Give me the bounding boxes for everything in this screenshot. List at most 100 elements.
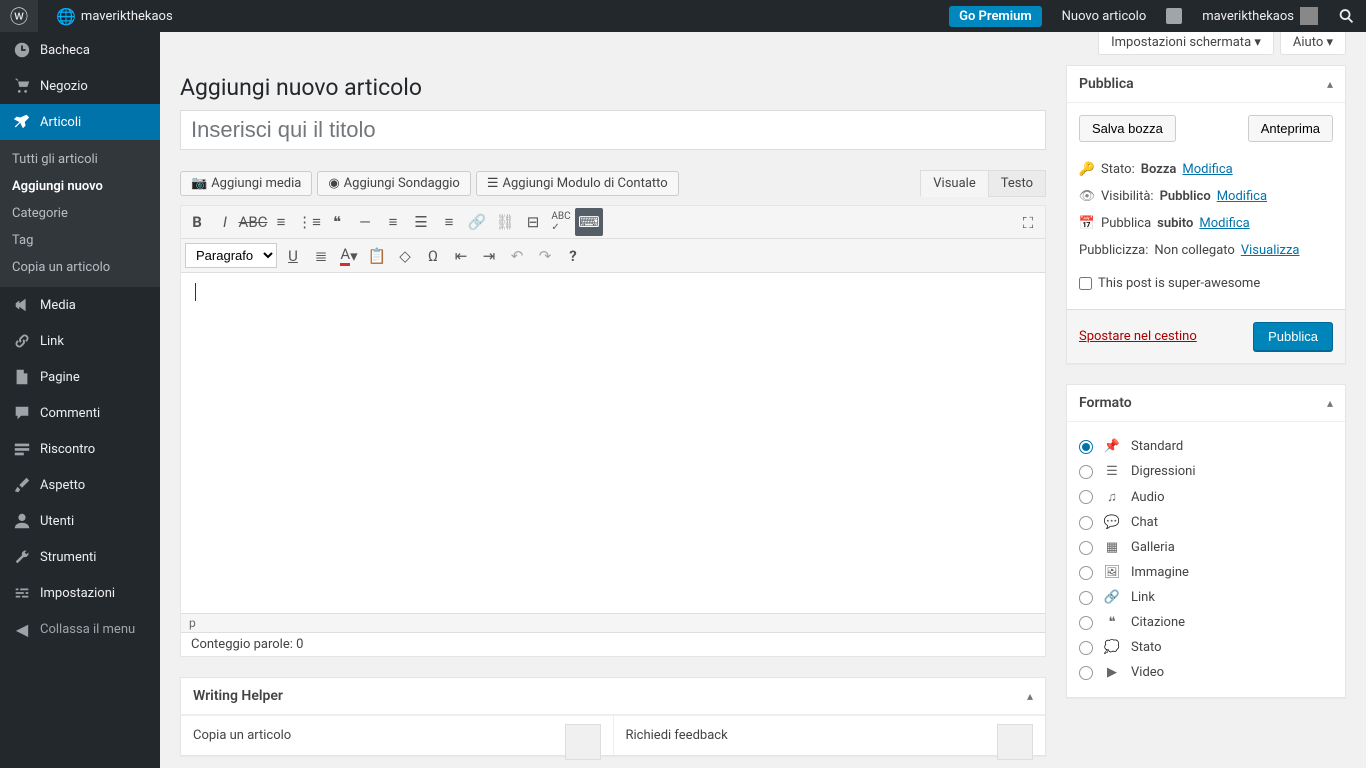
collapse-menu-button[interactable]: ◀Collassa il menu — [0, 611, 160, 647]
format-aside-radio[interactable] — [1079, 465, 1093, 479]
sidebar-item-settings[interactable]: Impostazioni — [0, 575, 160, 611]
preview-button[interactable]: Anteprima — [1248, 115, 1333, 142]
publish-button[interactable]: Pubblica — [1253, 322, 1333, 351]
add-contact-form-button[interactable]: ☰Aggiungi Modulo di Contatto — [476, 171, 679, 196]
brush-icon — [12, 475, 32, 495]
readmore-button[interactable]: ⊟ — [519, 208, 547, 236]
redo-button[interactable]: ↷ — [531, 242, 559, 270]
submenu-copy-post[interactable]: Copia un articolo — [0, 254, 160, 281]
format-image-radio[interactable] — [1079, 566, 1093, 580]
format-standard-radio[interactable] — [1079, 440, 1093, 454]
fullscreen-button[interactable]: ⛶ — [1014, 209, 1042, 237]
spellcheck-button[interactable]: ABC✓ — [547, 208, 575, 236]
video-icon: ▶ — [1103, 665, 1121, 680]
sidebar-item-pages[interactable]: Pagine — [0, 359, 160, 395]
blockquote-button[interactable]: ❝ — [323, 208, 351, 236]
go-premium-button[interactable]: Go Premium — [949, 6, 1042, 27]
format-chat-radio[interactable] — [1079, 516, 1093, 530]
wp-logo[interactable]: ⓦ — [0, 0, 38, 32]
format-audio-radio[interactable] — [1079, 490, 1093, 504]
help-button-editor[interactable]: ? — [559, 242, 587, 270]
format-status-radio[interactable] — [1079, 641, 1093, 655]
screen-options-button[interactable]: Impostazioni schermata ▾ — [1098, 32, 1274, 55]
edit-schedule-link[interactable]: Modifica — [1199, 216, 1249, 231]
save-draft-button[interactable]: Salva bozza — [1079, 115, 1176, 142]
edit-status-link[interactable]: Modifica — [1182, 162, 1232, 177]
format-quote-radio[interactable] — [1079, 616, 1093, 630]
help-button[interactable]: Aiuto ▾ — [1280, 32, 1346, 55]
submenu-tags[interactable]: Tag — [0, 227, 160, 254]
text-tab[interactable]: Testo — [988, 170, 1046, 197]
toggle-publish-box[interactable]: ▴ — [1327, 77, 1333, 91]
add-poll-button[interactable]: ◉Aggiungi Sondaggio — [317, 171, 471, 196]
site-link[interactable]: 🌐 maverikthekaos — [38, 0, 183, 32]
sidebar-item-comments[interactable]: Commenti — [0, 395, 160, 431]
bold-button[interactable]: B — [183, 208, 211, 236]
bullet-list-button[interactable]: ≡ — [267, 208, 295, 236]
submenu-all-posts[interactable]: Tutti gli articoli — [0, 146, 160, 173]
edit-visibility-link[interactable]: Modifica — [1217, 189, 1267, 204]
super-awesome-label: This post is super-awesome — [1098, 276, 1260, 291]
sidebar-item-media[interactable]: Media — [0, 287, 160, 323]
user-menu[interactable]: maverikthekaos — [1192, 0, 1328, 32]
outdent-button[interactable]: ⇤ — [447, 242, 475, 270]
posts-submenu: Tutti gli articoli Aggiungi nuovo Catego… — [0, 140, 160, 287]
format-link-radio[interactable] — [1079, 591, 1093, 605]
text-color-button[interactable]: A▾ — [335, 242, 363, 270]
audio-icon: ♫ — [1103, 489, 1121, 505]
submenu-categories[interactable]: Categorie — [0, 200, 160, 227]
publish-box: Pubblica ▴ Salva bozza Anteprima 🔑Stato:… — [1066, 65, 1346, 364]
main-content: Impostazioni schermata ▾ Aiuto ▾ Aggiung… — [160, 32, 1366, 768]
cart-icon — [12, 76, 32, 96]
paste-text-button[interactable]: 📋 — [363, 242, 391, 270]
undo-button[interactable]: ↶ — [503, 242, 531, 270]
visual-tab[interactable]: Visuale — [920, 170, 988, 197]
submenu-add-new[interactable]: Aggiungi nuovo — [0, 173, 160, 200]
underline-button[interactable]: U — [279, 242, 307, 270]
sidebar-item-posts[interactable]: Articoli — [0, 104, 160, 140]
display-publicize-link[interactable]: Visualizza — [1241, 243, 1300, 258]
new-post-link[interactable]: Nuovo articolo — [1052, 0, 1157, 32]
sidebar-item-feedback[interactable]: Riscontro — [0, 431, 160, 467]
writing-helper-title: Writing Helper — [193, 688, 283, 704]
feedback-icon — [12, 439, 32, 459]
align-justify-button[interactable]: ≣ — [307, 242, 335, 270]
add-media-button[interactable]: 📷Aggiungi media — [180, 171, 312, 196]
request-feedback-option[interactable]: Richiedi feedback — [613, 716, 1046, 755]
super-awesome-checkbox[interactable] — [1079, 277, 1092, 290]
toggle-format-box[interactable]: ▴ — [1327, 396, 1333, 410]
clear-format-button[interactable]: ◇ — [391, 242, 419, 270]
unlink-button[interactable]: ⛓ — [491, 208, 519, 236]
kitchensink-button[interactable]: ⌨ — [575, 208, 603, 236]
align-right-button[interactable]: ≡ — [435, 208, 463, 236]
italic-button[interactable]: I — [211, 208, 239, 236]
format-gallery-radio[interactable] — [1079, 541, 1093, 555]
link-button[interactable]: 🔗 — [463, 208, 491, 236]
sidebar-item-link[interactable]: Link — [0, 323, 160, 359]
move-to-trash-button[interactable]: Spostare nel cestino — [1079, 329, 1197, 344]
copy-post-option[interactable]: Copia un articolo — [181, 716, 613, 755]
sidebar-item-users[interactable]: Utenti — [0, 503, 160, 539]
sidebar-item-tools[interactable]: Strumenti — [0, 539, 160, 575]
sidebar-item-appearance[interactable]: Aspetto — [0, 467, 160, 503]
special-char-button[interactable]: Ω — [419, 242, 447, 270]
align-center-button[interactable]: ☰ — [407, 208, 435, 236]
hr-button[interactable]: — — [351, 208, 379, 236]
search-button[interactable] — [1328, 0, 1366, 32]
align-left-button[interactable]: ≡ — [379, 208, 407, 236]
content-editor[interactable] — [181, 273, 1045, 613]
numbered-list-button[interactable]: ⋮≡ — [295, 208, 323, 236]
sidebar-item-dashboard[interactable]: Bacheca — [0, 32, 160, 68]
indent-button[interactable]: ⇥ — [475, 242, 503, 270]
word-count: Conteggio parole: 0 — [181, 632, 1045, 656]
sidebar-item-store[interactable]: Negozio — [0, 68, 160, 104]
pin-icon: 📌 — [1103, 439, 1121, 454]
post-title-input[interactable] — [180, 110, 1046, 150]
toggle-writing-helper[interactable]: ▴ — [1027, 689, 1033, 703]
format-select[interactable]: Paragrafo — [185, 243, 277, 268]
format-box: Formato ▴ 📌Standard ☰Digressioni ♫Audio … — [1066, 384, 1346, 698]
format-video-radio[interactable] — [1079, 666, 1093, 680]
status-icon: 💭 — [1103, 640, 1121, 655]
strikethrough-button[interactable]: ABC — [239, 208, 267, 236]
notifications-button[interactable] — [1156, 0, 1192, 32]
